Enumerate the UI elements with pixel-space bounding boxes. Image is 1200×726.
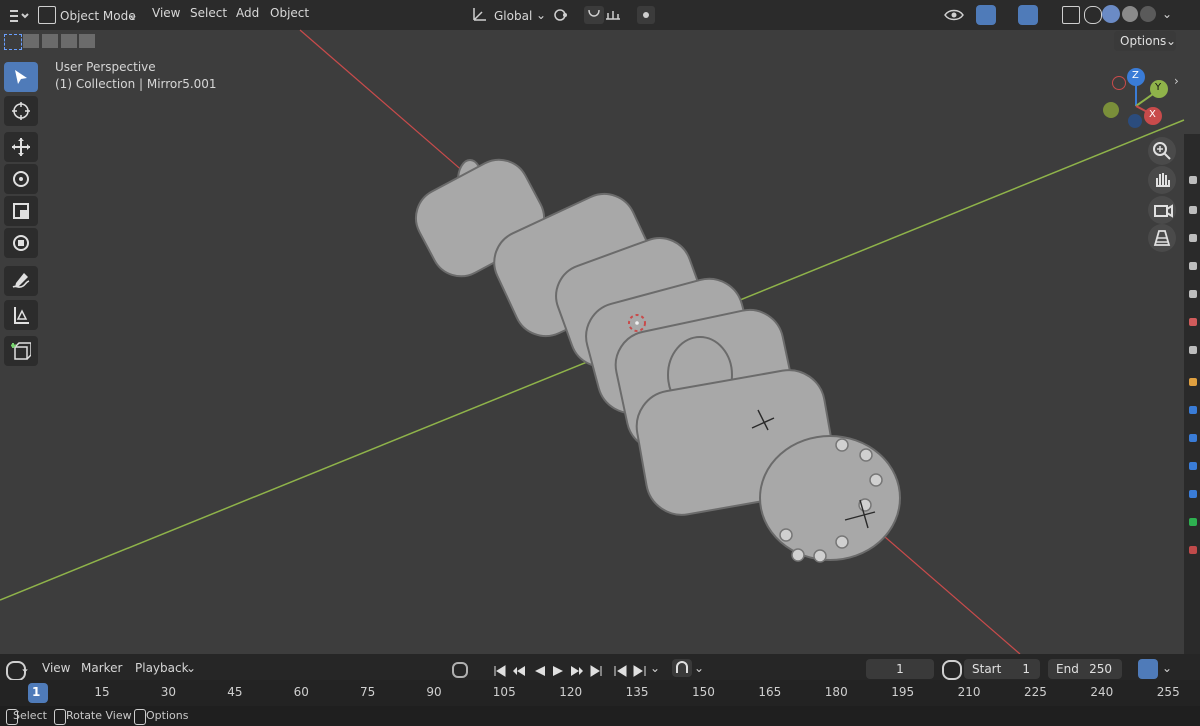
frame-tick: 225: [1024, 685, 1047, 699]
ortho-grid-icon[interactable]: [1148, 224, 1176, 252]
frame-tick: 90: [426, 685, 442, 699]
next-frame-icon[interactable]: [632, 662, 646, 677]
view-layer-tab-icon[interactable]: [1189, 262, 1197, 270]
frame-tick: 165: [758, 685, 782, 699]
navigation-gizmo[interactable]: Z Y X: [1098, 66, 1178, 136]
current-frame-value: 1: [896, 662, 904, 676]
end-label: End: [1056, 662, 1079, 676]
gizmo-neg-z[interactable]: [1128, 114, 1142, 128]
physics-tab-icon[interactable]: [1189, 462, 1197, 470]
frame-tick: 120: [559, 685, 583, 699]
timeline-menu-view[interactable]: View: [42, 661, 70, 675]
timeline-menu-playback[interactable]: Playback: [135, 661, 189, 675]
chevron-down-icon[interactable]: ⌄: [650, 661, 660, 675]
frame-tick: 75: [360, 685, 376, 699]
frame-tick: 15: [94, 685, 110, 699]
frame-tick: 180: [824, 685, 848, 699]
chevron-down-icon[interactable]: ⌄: [694, 661, 704, 675]
frame-tick: 105: [492, 685, 516, 699]
frame-ruler[interactable]: [0, 680, 1200, 706]
properties-tab-strip: [1184, 134, 1200, 654]
camera-view-icon[interactable]: [1148, 196, 1176, 224]
timeline-menu-marker[interactable]: Marker: [81, 661, 122, 675]
frame-tick: 150: [692, 685, 715, 699]
chevron-down-icon: ⌄: [186, 661, 197, 675]
rotate-view-hint-label: Rotate View: [66, 709, 132, 722]
view-timeline-toggle-icon[interactable]: [1138, 659, 1158, 679]
play-icon[interactable]: [552, 662, 564, 676]
pan-hand-icon[interactable]: [1148, 166, 1176, 194]
chevron-down-icon[interactable]: ⌄: [1162, 661, 1172, 675]
select-hint-label: Select: [13, 709, 47, 722]
gizmo-neg-x[interactable]: [1112, 76, 1126, 90]
frame-tick: 45: [227, 685, 243, 699]
gizmo-x-label: X: [1149, 109, 1156, 120]
frame-tick: 1: [32, 685, 41, 699]
material-tab-icon[interactable]: [1189, 546, 1197, 554]
scene-tab-icon[interactable]: [1189, 290, 1197, 298]
zoom-icon[interactable]: [1148, 137, 1176, 165]
jump-start-icon[interactable]: [494, 662, 506, 677]
auto-key-icon[interactable]: [672, 659, 692, 677]
particles-tab-icon[interactable]: [1189, 434, 1197, 442]
jump-end-icon[interactable]: [590, 662, 602, 677]
object-tab-icon[interactable]: [1189, 378, 1197, 386]
options-hint-label: Options: [146, 709, 189, 722]
rotate-view-hint-icon: [54, 709, 66, 725]
gizmo-y-label: Y: [1155, 82, 1162, 93]
world-tab-icon[interactable]: [1189, 318, 1197, 326]
end-frame-field[interactable]: End 250: [1048, 659, 1122, 679]
chevron-down-icon: ⌄: [20, 661, 31, 675]
timeline-editor: ⌄ View Marker Playback ⌄ ⌄ ⌄ 1 Start 1 E…: [0, 654, 1200, 706]
frame-tick: 210: [957, 685, 981, 699]
frame-tick: 135: [625, 685, 649, 699]
render-tab-icon[interactable]: [1189, 206, 1197, 214]
frame-tick: 240: [1090, 685, 1114, 699]
status-bar: Select Rotate View Options: [0, 706, 1200, 726]
prev-frame-icon[interactable]: [614, 662, 628, 677]
data-tab-icon[interactable]: [1189, 518, 1197, 526]
frame-tick: 255: [1156, 685, 1180, 699]
prev-keyframe-icon[interactable]: [512, 662, 526, 676]
chevron-right-icon[interactable]: ›: [1174, 74, 1179, 88]
gizmo-z-label: Z: [1132, 70, 1139, 81]
modifier-tab-icon[interactable]: [1189, 406, 1197, 414]
crankshaft-mesh[interactable]: [405, 149, 901, 563]
gizmo-neg-y[interactable]: [1103, 102, 1119, 118]
keying-dot-icon[interactable]: [452, 662, 468, 678]
start-value: 1: [1022, 662, 1030, 676]
constraints-tab-icon[interactable]: [1189, 490, 1197, 498]
play-reverse-icon[interactable]: [534, 662, 546, 676]
end-value: 250: [1089, 662, 1112, 676]
frame-tick: 195: [891, 685, 915, 699]
viewport-canvas[interactable]: [0, 0, 1200, 726]
stopwatch-icon[interactable]: [942, 660, 962, 680]
next-keyframe-icon[interactable]: [570, 662, 584, 676]
frame-tick: 60: [293, 685, 309, 699]
options-hint-icon: [134, 709, 146, 725]
start-label: Start: [972, 662, 1002, 676]
collection-tab-icon[interactable]: [1189, 346, 1197, 354]
output-tab-icon[interactable]: [1189, 234, 1197, 242]
frame-tick: 30: [160, 685, 177, 699]
start-frame-field[interactable]: Start 1: [964, 659, 1040, 679]
current-frame-field[interactable]: 1: [866, 659, 934, 679]
tool-tab-icon[interactable]: [1189, 176, 1197, 184]
